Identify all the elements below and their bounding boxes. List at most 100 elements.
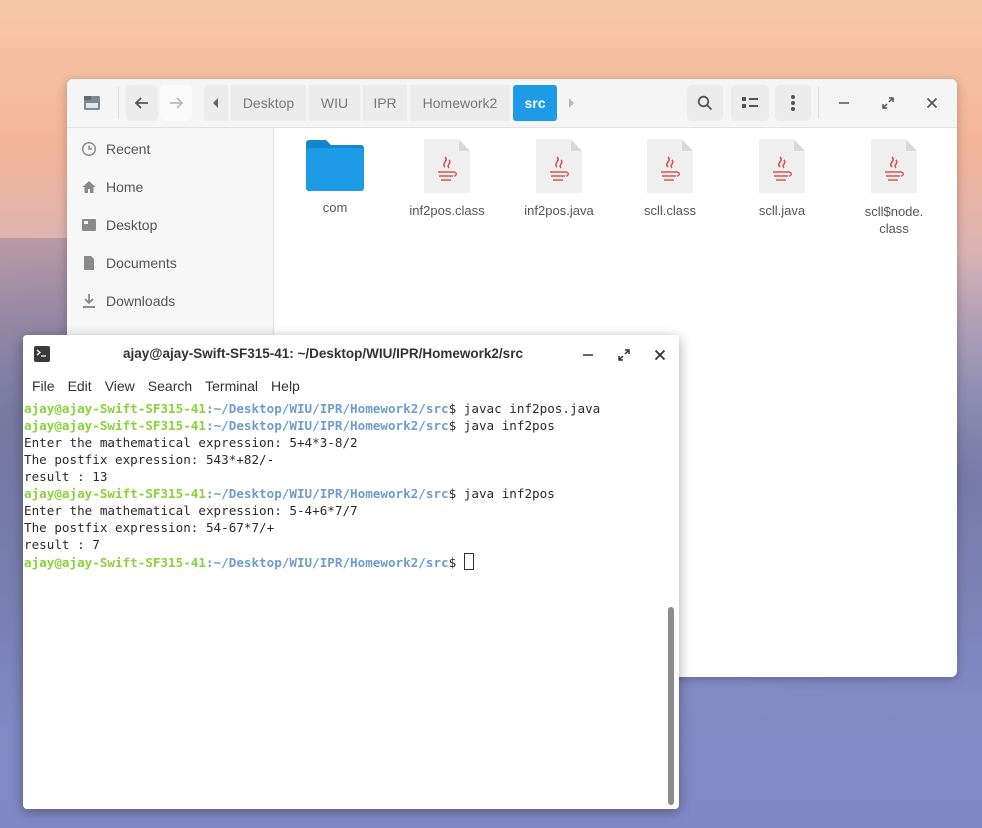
breadcrumb-src[interactable]: src	[513, 85, 557, 121]
arrow-right-icon	[170, 97, 184, 109]
command: $ java inf2pos	[448, 486, 555, 501]
java-file-icon	[424, 139, 470, 193]
sidebar-item-home[interactable]: Home	[81, 175, 143, 199]
menu-terminal[interactable]: Terminal	[205, 378, 258, 394]
list-view-icon	[742, 97, 758, 108]
file-name: inf2pos.class	[409, 203, 485, 218]
prompt-user: ajay@ajay-Swift-SF315-41	[24, 401, 206, 416]
maximize-icon	[882, 97, 894, 109]
sidebar-item-label: Recent	[106, 141, 151, 157]
minimize-icon	[839, 102, 849, 104]
breadcrumb-desktop[interactable]: Desktop	[231, 85, 306, 121]
terminal-line: The postfix expression: 543*+82/-	[24, 452, 275, 467]
sidebar-item-downloads[interactable]: Downloads	[81, 289, 175, 313]
sidebar-item-documents[interactable]: Documents	[81, 251, 177, 275]
close-icon	[654, 349, 666, 361]
arrow-left-icon	[134, 97, 148, 109]
maximize-button[interactable]	[877, 85, 899, 121]
text-cursor	[463, 553, 474, 570]
terminal-line: ajay@ajay-Swift-SF315-41:~/Desktop/WIU/I…	[24, 485, 664, 502]
forward-button[interactable]	[160, 85, 192, 121]
search-button[interactable]	[687, 85, 723, 121]
terminal-line: The postfix expression: 54-67*7/+	[24, 520, 275, 535]
terminal-line: Enter the mathematical expression: 5-4+6…	[24, 503, 358, 518]
close-button[interactable]	[921, 85, 943, 121]
prompt-user: ajay@ajay-Swift-SF315-41	[24, 418, 206, 433]
command: $	[448, 555, 464, 570]
file-item-scll-java[interactable]: scll.java	[727, 139, 837, 218]
command: $ java inf2pos	[448, 418, 555, 433]
sidebar-item-label: Desktop	[106, 217, 158, 233]
file-name: scll.class	[643, 203, 696, 218]
breadcrumb-scroll-right[interactable]	[560, 85, 582, 121]
terminal-app-icon	[34, 346, 50, 362]
terminal-titlebar: ajay@ajay-Swift-SF315-41: ~/Desktop/WIU/…	[23, 335, 679, 373]
command: $ javac inf2pos.java	[448, 401, 601, 416]
prompt-user: ajay@ajay-Swift-SF315-41	[24, 555, 206, 570]
file-name: scll.java	[758, 203, 806, 218]
caret-left-icon	[213, 98, 218, 108]
file-name: com	[322, 200, 348, 215]
header-divider-2	[818, 87, 819, 119]
sidebar-item-recent[interactable]: Recent	[81, 137, 150, 161]
menu-file[interactable]: File	[32, 378, 55, 394]
file-item-com[interactable]: com	[280, 139, 390, 215]
prompt-path: :~/Desktop/WIU/IPR/Homework2/src	[205, 486, 449, 501]
java-file-icon	[759, 139, 805, 193]
terminal-line: Enter the mathematical expression: 5+4*3…	[24, 435, 358, 450]
maximize-icon	[618, 349, 630, 361]
menu-edit[interactable]: Edit	[68, 378, 92, 394]
sidebar-item-label: Home	[106, 179, 144, 195]
breadcrumb-homework2[interactable]: Homework2	[410, 85, 510, 121]
minimize-icon	[583, 354, 593, 356]
breadcrumb-ipr[interactable]: IPR	[363, 85, 407, 121]
search-icon	[697, 95, 713, 111]
menu-search[interactable]: Search	[148, 378, 192, 394]
prompt-user: ajay@ajay-Swift-SF315-41	[24, 486, 206, 501]
folder-icon	[306, 139, 364, 191]
prompt-path: :~/Desktop/WIU/IPR/Homework2/src	[205, 555, 449, 570]
document-icon	[84, 256, 94, 270]
close-icon	[926, 97, 938, 109]
home-icon	[82, 181, 96, 193]
prompt-path: :~/Desktop/WIU/IPR/Homework2/src	[205, 418, 449, 433]
kebab-menu-icon	[791, 95, 795, 111]
sidebar-item-label: Downloads	[106, 293, 176, 309]
terminal-line: result : 7	[24, 537, 100, 552]
caret-right-icon	[569, 98, 574, 108]
terminal-minimize-button[interactable]	[582, 348, 594, 366]
terminal-line: ajay@ajay-Swift-SF315-41:~/Desktop/WIU/I…	[24, 553, 664, 571]
sidebar-item-desktop[interactable]: Desktop	[81, 213, 157, 237]
terminal-line: ajay@ajay-Swift-SF315-41:~/Desktop/WIU/I…	[24, 417, 664, 434]
terminal-scrollbar[interactable]	[668, 607, 674, 805]
java-file-icon	[647, 139, 693, 193]
menu-button[interactable]	[775, 85, 811, 121]
breadcrumb-scroll-left[interactable]	[204, 85, 228, 121]
menu-view[interactable]: View	[105, 378, 135, 394]
terminal-title: ajay@ajay-Swift-SF315-41: ~/Desktop/WIU/…	[123, 346, 523, 361]
file-item-inf2pos-class[interactable]: inf2pos.class	[392, 139, 502, 218]
sidebar-item-label: Documents	[106, 255, 177, 271]
terminal-menubar: File Edit View Search Terminal Help	[23, 375, 679, 397]
terminal-window: ajay@ajay-Swift-SF315-41: ~/Desktop/WIU/…	[23, 335, 679, 809]
terminal-line: ajay@ajay-Swift-SF315-41:~/Desktop/WIU/I…	[24, 400, 664, 417]
java-file-icon	[536, 139, 582, 193]
clock-icon	[81, 141, 97, 157]
file-manager-app-icon	[77, 85, 107, 121]
file-item-scll-node-class[interactable]: scll$node. class	[839, 139, 949, 237]
desktop-icon	[82, 219, 96, 231]
back-button[interactable]	[126, 85, 158, 121]
terminal-maximize-button[interactable]	[618, 348, 630, 366]
file-item-scll-class[interactable]: scll.class	[615, 139, 725, 218]
menu-help[interactable]: Help	[271, 378, 300, 394]
file-item-inf2pos-java[interactable]: inf2pos.java	[504, 139, 614, 218]
view-options-button[interactable]	[731, 85, 769, 121]
header-divider	[118, 87, 119, 119]
prompt-path: :~/Desktop/WIU/IPR/Homework2/src	[205, 401, 449, 416]
minimize-button[interactable]	[833, 85, 855, 121]
file-name: inf2pos.java	[524, 203, 594, 218]
breadcrumb-wiu[interactable]: WIU	[309, 85, 360, 121]
terminal-close-button[interactable]	[654, 348, 666, 366]
download-icon	[83, 294, 95, 308]
terminal-output[interactable]: ajay@ajay-Swift-SF315-41:~/Desktop/WIU/I…	[24, 400, 664, 571]
